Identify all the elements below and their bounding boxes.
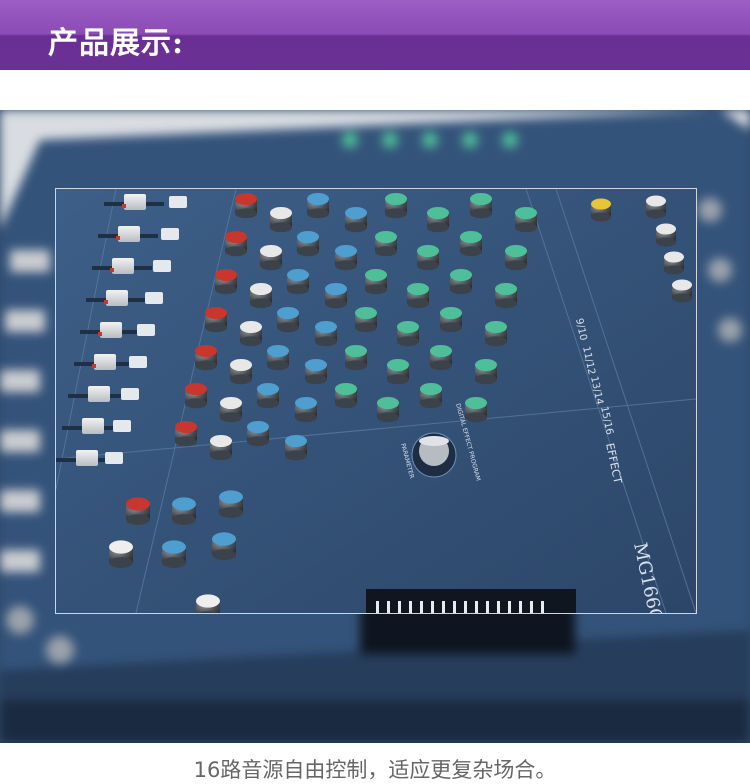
- knob[interactable]: [485, 320, 507, 347]
- knob[interactable]: [219, 490, 243, 518]
- knob[interactable]: [375, 230, 397, 257]
- meter-segment: [486, 601, 489, 613]
- knob[interactable]: [427, 206, 449, 233]
- meter-segment: [420, 601, 423, 613]
- knob[interactable]: [250, 282, 272, 309]
- knob[interactable]: [225, 230, 247, 257]
- product-photo: 9/10 11/12 13/14 15/16 EFFECT MG166C PAR…: [0, 110, 750, 743]
- knob[interactable]: [672, 279, 692, 303]
- knob[interactable]: [230, 358, 252, 385]
- knob[interactable]: [220, 396, 242, 423]
- knob[interactable]: [267, 344, 289, 371]
- photo-focus-area: 9/10 11/12 13/14 15/16 EFFECT MG166C PAR…: [55, 188, 697, 614]
- knob[interactable]: [162, 540, 186, 568]
- knob[interactable]: [345, 206, 367, 233]
- knob[interactable]: [307, 192, 329, 219]
- knob[interactable]: [397, 320, 419, 347]
- knob[interactable]: [495, 282, 517, 309]
- knob[interactable]: [247, 420, 269, 447]
- knob[interactable]: [185, 382, 207, 409]
- meter-segment: [442, 601, 445, 613]
- knob[interactable]: [335, 382, 357, 409]
- knob[interactable]: [335, 244, 357, 271]
- knob[interactable]: [257, 382, 279, 409]
- knob[interactable]: [210, 434, 232, 461]
- knob[interactable]: [109, 540, 133, 568]
- knob[interactable]: [270, 206, 292, 233]
- knob[interactable]: [195, 344, 217, 371]
- meter-segment: [376, 601, 379, 613]
- knob[interactable]: [305, 358, 327, 385]
- knob[interactable]: [277, 306, 299, 333]
- knob[interactable]: [417, 244, 439, 271]
- meter-segment: [431, 601, 434, 613]
- meter-segment: [409, 601, 412, 613]
- meter-segment: [541, 601, 544, 613]
- big-effect-knob[interactable]: [411, 432, 457, 478]
- knob[interactable]: [175, 420, 197, 447]
- meter-segment: [387, 601, 390, 613]
- knob[interactable]: [387, 358, 409, 385]
- knob[interactable]: [465, 396, 487, 423]
- knob[interactable]: [656, 223, 676, 247]
- knob[interactable]: [126, 497, 150, 525]
- meter-segment: [508, 601, 511, 613]
- knob[interactable]: [355, 306, 377, 333]
- knob[interactable]: [430, 344, 452, 371]
- knob[interactable]: [440, 306, 462, 333]
- knob[interactable]: [365, 268, 387, 295]
- page-title: 产品展示:: [48, 26, 185, 61]
- meter-segment: [530, 601, 533, 613]
- meter-segment: [464, 601, 467, 613]
- knob[interactable]: [515, 206, 537, 233]
- knob[interactable]: [470, 192, 492, 219]
- knob[interactable]: [325, 282, 347, 309]
- knob[interactable]: [420, 382, 442, 409]
- knob[interactable]: [591, 198, 611, 222]
- knob[interactable]: [646, 195, 666, 219]
- meter-panel: [366, 589, 576, 613]
- header-banner: 产品展示:: [0, 0, 750, 70]
- knob[interactable]: [235, 192, 257, 219]
- knob[interactable]: [450, 268, 472, 295]
- knob[interactable]: [345, 344, 367, 371]
- knob[interactable]: [205, 306, 227, 333]
- meter-segment: [453, 601, 456, 613]
- knob[interactable]: [212, 532, 236, 560]
- knob[interactable]: [172, 497, 196, 525]
- knob[interactable]: [295, 396, 317, 423]
- knob[interactable]: [460, 230, 482, 257]
- knob[interactable]: [385, 192, 407, 219]
- knob[interactable]: [285, 434, 307, 461]
- knob[interactable]: [215, 268, 237, 295]
- knob[interactable]: [240, 320, 262, 347]
- knob[interactable]: [287, 268, 309, 295]
- knob[interactable]: [315, 320, 337, 347]
- knob[interactable]: [475, 358, 497, 385]
- knob[interactable]: [297, 230, 319, 257]
- knob[interactable]: [260, 244, 282, 271]
- meter-segment: [497, 601, 500, 613]
- knob[interactable]: [196, 594, 220, 613]
- knob[interactable]: [664, 251, 684, 275]
- knob[interactable]: [505, 244, 527, 271]
- knob[interactable]: [377, 396, 399, 423]
- meter-segment: [475, 601, 478, 613]
- meter-segment: [398, 601, 401, 613]
- meter-segment: [519, 601, 522, 613]
- knob[interactable]: [407, 282, 429, 309]
